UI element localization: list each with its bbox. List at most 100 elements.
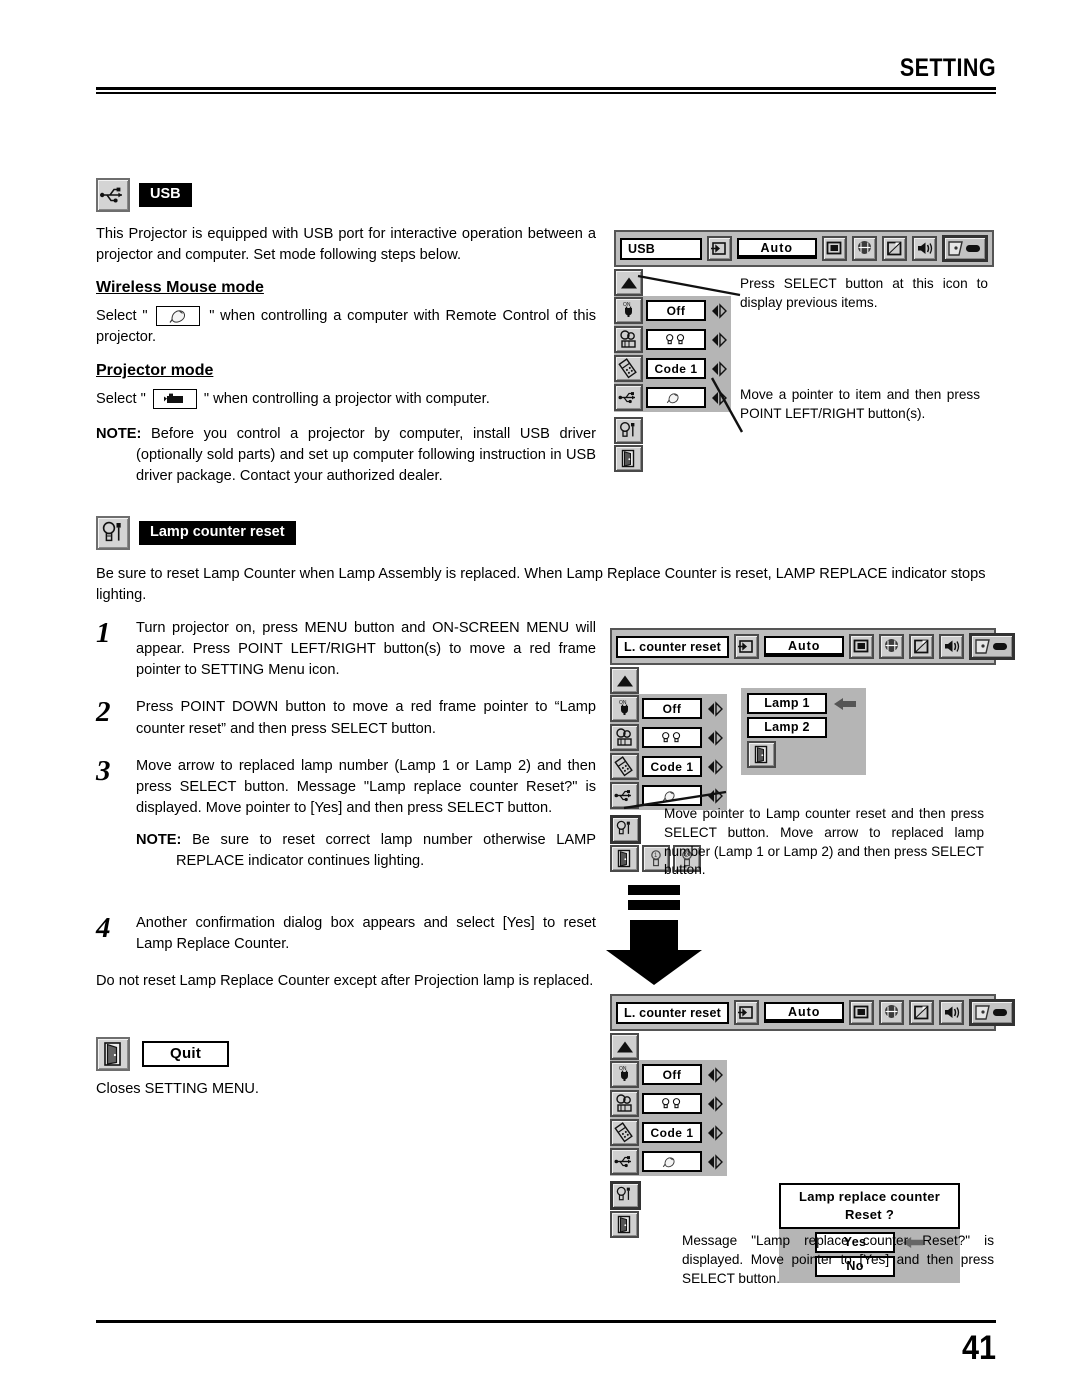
usb-note-label: NOTE:: [96, 425, 142, 442]
quit-description: Closes SETTING MENU.: [96, 1080, 259, 1097]
step-3: 3 Move arrow to replaced lamp number (La…: [96, 756, 596, 887]
lamp-mode-value[interactable]: [642, 727, 702, 748]
lamp-counter-reset-icon[interactable]: [610, 1181, 641, 1210]
left-right-arrows-icon[interactable]: [705, 1153, 725, 1170]
projector-mode-heading: Projector mode: [96, 361, 214, 379]
quit-icon[interactable]: [747, 741, 776, 768]
lamp-mode-icon: [610, 1090, 639, 1117]
lamp-section-header: Lamp counter reset: [96, 516, 996, 550]
scroll-up-button[interactable]: [610, 1033, 639, 1060]
step-3-body: Move arrow to replaced lamp number (Lamp…: [136, 756, 596, 887]
image-icon[interactable]: [909, 1000, 935, 1025]
color-icon[interactable]: [852, 236, 877, 261]
usb-intro-text: This Projector is equipped with USB port…: [96, 226, 596, 264]
lamp-menu-2-items: ON Off Code 1: [610, 1060, 727, 1176]
step-2-text: Press POINT DOWN button to move a red fr…: [136, 699, 596, 737]
menu-row-power-management[interactable]: ON Off: [610, 1060, 727, 1089]
projector-icon: [152, 388, 197, 409]
lamp-menu-2-column: ON Off Code 1: [610, 1033, 727, 1238]
left-right-arrows-icon[interactable]: [705, 1124, 725, 1141]
svg-text:1: 1: [654, 853, 658, 859]
input-icon[interactable]: [733, 1000, 759, 1025]
step-3-number: 3: [96, 754, 111, 787]
input-icon[interactable]: [706, 236, 732, 261]
lamp-1-button[interactable]: Lamp 1: [747, 693, 827, 714]
usb-mode-value[interactable]: [642, 1151, 702, 1172]
quit-icon[interactable]: [610, 1211, 639, 1238]
left-right-arrows-icon[interactable]: [705, 1066, 725, 1083]
lamp-submenu: Lamp 1 Lamp 2: [741, 688, 866, 775]
setting-icon[interactable]: [969, 999, 1016, 1026]
usb-badge-label: USB: [139, 183, 192, 207]
usb-section-header: USB: [96, 178, 596, 212]
lamp-2-button[interactable]: Lamp 2: [747, 717, 827, 738]
two-lamps-glyph: [662, 732, 681, 743]
quit-section: Quit: [96, 1036, 596, 1071]
step-1-number: 1: [96, 617, 111, 649]
sound-icon[interactable]: [939, 1000, 965, 1025]
footer-rule: [96, 1320, 996, 1323]
setting-icon[interactable]: [942, 235, 988, 262]
remote-control-value[interactable]: Code 1: [642, 1122, 702, 1143]
step-4: 4 Another confirmation dialog box appear…: [96, 913, 596, 955]
remote-control-icon: [610, 753, 639, 780]
step-3-note-text: Be sure to reset correct lamp number oth…: [176, 832, 596, 870]
step-4-text: Another confirmation dialog box appears …: [136, 915, 596, 953]
sound-icon[interactable]: [912, 236, 937, 261]
menu-row-usb[interactable]: [610, 1147, 727, 1176]
lamp-closing-text: Do not reset Lamp Replace Counter except…: [96, 973, 594, 990]
left-right-arrows-icon[interactable]: [705, 758, 725, 775]
power-management-value[interactable]: Off: [642, 698, 702, 719]
lamp-mode-value[interactable]: [642, 1093, 702, 1114]
auto-button[interactable]: Auto: [736, 238, 817, 259]
auto-button[interactable]: Auto: [763, 636, 845, 657]
scroll-up-button[interactable]: [610, 667, 639, 694]
color-icon[interactable]: [879, 634, 905, 659]
usb-callout-bottom: Move a pointer to item and then press PO…: [740, 387, 980, 421]
two-lamps-glyph: [662, 1098, 681, 1109]
color-icon[interactable]: [879, 1000, 905, 1025]
lamp-menu-2-callout: Message "Lamp replace counter Reset?" is…: [682, 1233, 994, 1286]
triangle-up-icon: [616, 675, 633, 686]
quit-glyph: [104, 1041, 121, 1066]
lamp-badge-label: Lamp counter reset: [139, 521, 296, 545]
menu-row-lamp-mode[interactable]: [610, 1089, 727, 1118]
step-4-number: 4: [96, 912, 111, 945]
dialog-line-2: Reset ?: [845, 1206, 895, 1222]
power-management-value[interactable]: Off: [642, 1064, 702, 1085]
lamp-counter-reset-icon: [96, 516, 130, 550]
remote-control-value[interactable]: Code 1: [642, 756, 702, 777]
lamp-counter-reset-glyph: [102, 521, 121, 542]
left-right-arrows-icon[interactable]: [705, 729, 725, 746]
screen-icon[interactable]: [849, 634, 875, 659]
usb-glyph: [100, 187, 122, 203]
image-icon[interactable]: [882, 236, 907, 261]
lamp-menu-1-toolbar: L. counter reset Auto: [610, 628, 1016, 665]
screen-icon[interactable]: [822, 236, 847, 261]
sound-icon[interactable]: [939, 634, 965, 659]
wireless-select-prefix: Select ": [96, 308, 148, 325]
left-right-arrows-icon[interactable]: [705, 700, 725, 717]
menu-row-remote-control[interactable]: Code 1: [610, 1118, 727, 1147]
quit-icon[interactable]: [614, 445, 643, 472]
triangle-up-icon: [616, 1041, 633, 1052]
image-icon[interactable]: [909, 634, 935, 659]
down-arrow-icon: [606, 885, 702, 985]
projector-select-prefix: Select ": [96, 390, 146, 407]
mouse-glyph: [169, 310, 186, 324]
setting-icon[interactable]: [969, 633, 1016, 660]
menu-row-power-management[interactable]: ON Off: [610, 694, 727, 723]
quit-icon[interactable]: [610, 845, 639, 872]
screen-icon[interactable]: [849, 1000, 875, 1025]
auto-button[interactable]: Auto: [763, 1002, 845, 1023]
power-management-icon: ON: [610, 695, 639, 722]
menu-row-remote-control[interactable]: Code 1: [610, 752, 727, 781]
usb-icon: [610, 1148, 639, 1175]
left-right-arrows-icon[interactable]: [705, 1095, 725, 1112]
lamp-menu-1-title: L. counter reset: [616, 635, 729, 658]
menu-row-lamp-mode[interactable]: [610, 723, 727, 752]
usb-callout-top: Press SELECT button at this icon to disp…: [740, 276, 988, 310]
projector-glyph: [163, 393, 183, 403]
lamp-mode-icon: [610, 724, 639, 751]
input-icon[interactable]: [733, 634, 759, 659]
